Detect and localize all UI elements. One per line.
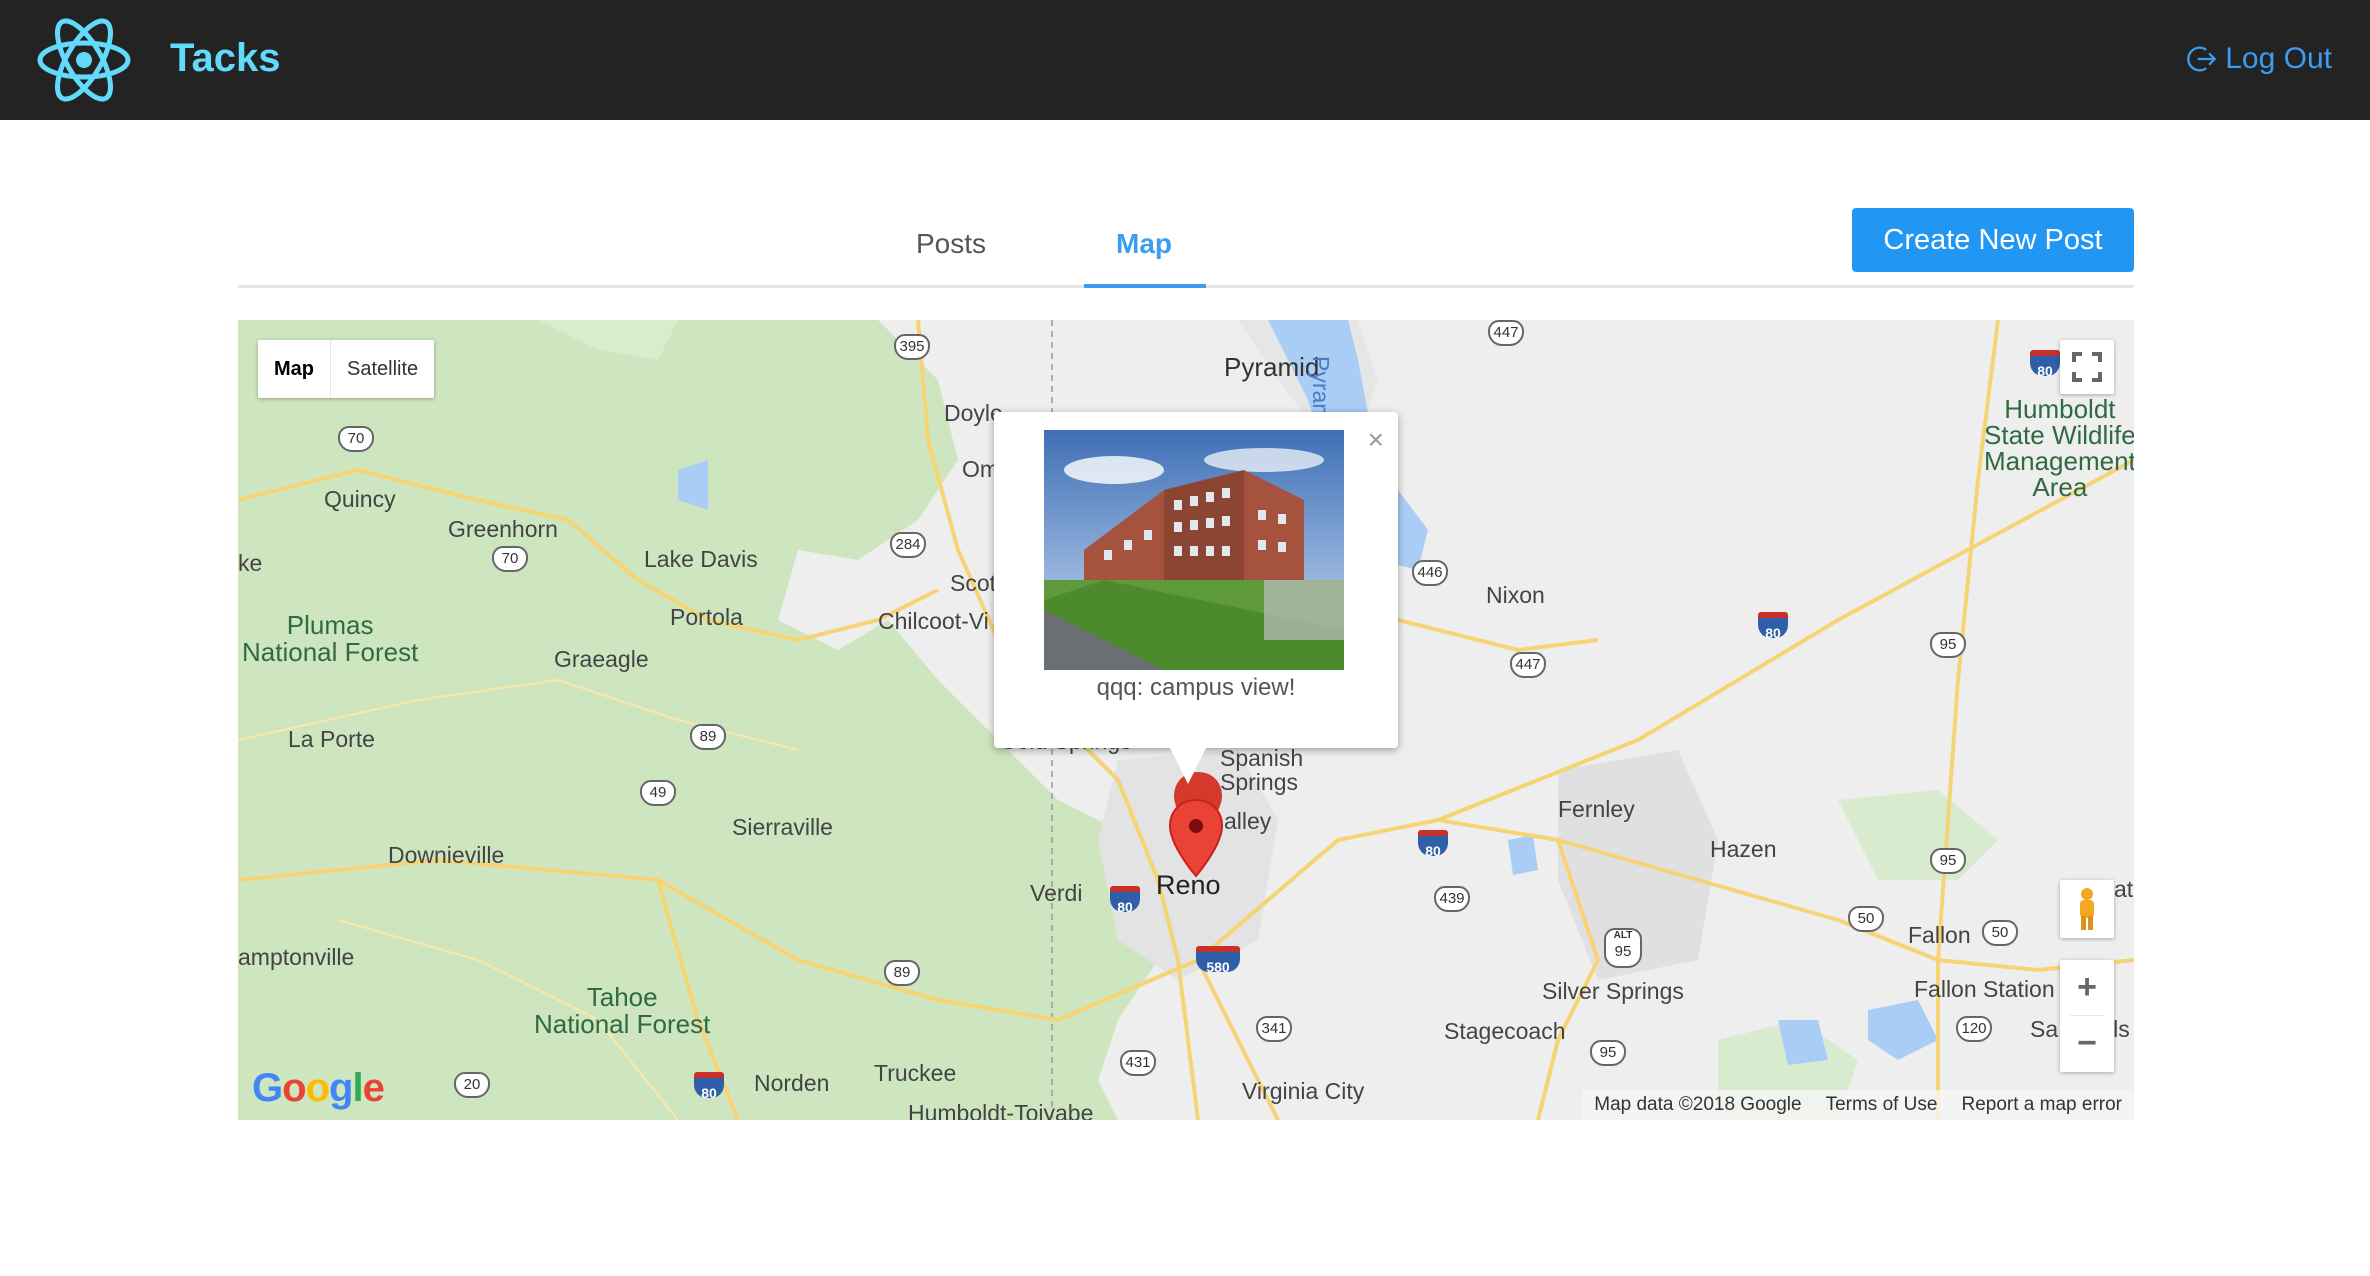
label-la-porte: La Porte [288,726,375,752]
label-hazen: Hazen [1710,836,1777,862]
label-norden: Norden [754,1070,830,1096]
highway-shield-431: 431 [1120,1050,1156,1076]
map-type-control: Map Satellite [258,340,435,398]
logout-icon [2187,46,2217,72]
alt-route-number: 95 [1614,943,1632,960]
label-fernley: Fernley [1558,796,1635,822]
label-at: at [2114,876,2134,902]
label-truckee: Truckee [874,1060,957,1086]
label-pyramid: Pyramid [1224,352,1320,382]
highway-shield-95-alt: ALT 95 [1604,928,1642,968]
top-navbar: Tacks Log Out [0,0,2370,120]
map-data-credit: Map data ©2018 Google [1594,1094,1802,1115]
label-scot: Scot [950,570,997,596]
label-verdi: Verdi [1030,880,1083,906]
info-window-close-button[interactable]: × [1368,424,1384,456]
zoom-out-button[interactable]: − [2060,1016,2114,1071]
logout-label: Log Out [2225,42,2332,75]
info-window-pointer [1170,748,1206,784]
interstate-shield-80: 80 [2030,350,2060,379]
zoom-in-button[interactable]: + [2060,960,2114,1015]
street-view-pegman-button[interactable] [2060,880,2114,938]
highway-shield-70: 70 [338,426,374,452]
highway-shield-50: 50 [1982,920,2018,946]
label-fallon: Fallon [1908,922,1971,948]
google-logo: Google [252,1066,385,1110]
label-fallon-station: Fallon Station [1914,976,2055,1002]
label-portola: Portola [670,604,743,630]
interstate-shield-80: 80 [694,1072,724,1101]
fullscreen-icon [2072,352,2102,382]
highway-shield-439: 439 [1434,886,1470,912]
fullscreen-button[interactable] [2060,340,2114,394]
tab-posts[interactable]: Posts [916,228,986,260]
interstate-shield-80: 80 [1758,612,1788,641]
highway-shield-395: 395 [894,334,930,360]
label-plumas-national-forest: Plumas National Forest [242,610,419,668]
active-tab-indicator [1084,284,1206,288]
label-ke: ke [238,550,263,576]
highway-shield-447: 447 [1510,652,1546,678]
tab-map[interactable]: Map [1116,228,1172,260]
highway-shield-120: 120 [1956,1016,1992,1042]
highway-shield-446: 446 [1412,560,1448,586]
label-silver-springs: Silver Springs [1542,978,1684,1004]
highway-shield-89: 89 [884,960,920,986]
label-sierraville: Sierraville [732,814,833,840]
label-graeagle: Graeagle [554,646,649,672]
label-chilcoot: Chilcoot-Vi [878,608,989,634]
app-title[interactable]: Tacks [170,36,280,81]
highway-shield-95: 95 [1590,1040,1626,1066]
highway-shield-447: 447 [1488,320,1524,346]
report-map-error-link[interactable]: Report a map error [1961,1094,2122,1116]
highway-shield-20: 20 [454,1072,490,1098]
label-quincy: Quincy [324,486,396,512]
map-info-window: × qqq: campus view! [994,412,1398,784]
label-nixon: Nixon [1486,582,1545,608]
alt-label: ALT [1613,930,1633,941]
campus-photo[interactable] [1044,430,1344,670]
label-humboldt-wildlife-area: Humboldt State Wildlife Management Area [1984,394,2134,502]
label-amptonville: amptonville [238,944,355,970]
highway-shield-341: 341 [1256,1016,1292,1042]
logout-button[interactable]: Log Out [2185,42,2332,76]
interstate-shield-580: 580 [1196,946,1240,975]
label-stagecoach: Stagecoach [1444,1018,1566,1044]
highway-shield-284: 284 [890,532,926,558]
map-attribution: Map data ©2018 Google Terms of Use Repor… [1582,1090,2134,1120]
label-tahoe-national-forest: Tahoe National Forest [534,982,711,1040]
tab-bar: Posts Map Create New Post [238,190,2134,288]
highway-shield-50: 50 [1848,906,1884,932]
map-pin-marker-icon[interactable] [1168,798,1224,878]
label-lake-davis: Lake Davis [644,546,758,572]
label-spanish-springs: Spanish Springs [1220,745,1304,796]
zoom-control: + − [2060,960,2114,1072]
info-window-caption: qqq: campus view! [1096,674,1296,701]
highway-shield-95: 95 [1930,848,1966,874]
label-sa: Sa [2030,1016,2059,1042]
pegman-icon [2080,888,2094,930]
interstate-shield-80: 80 [1110,886,1140,915]
label-humboldt-toiyabe: Humboldt-Toiyabe [908,1100,1094,1121]
highway-shield-89: 89 [690,724,726,750]
label-greenhorn: Greenhorn [448,516,558,542]
interstate-shield-80: 80 [1418,830,1448,859]
create-new-post-button[interactable]: Create New Post [1852,208,2134,272]
map-view[interactable]: sville Pyramid Pyram Doyle Om Quincy Gre… [238,320,2134,1120]
label-downieville: Downieville [388,842,505,868]
label-virginia-city: Virginia City [1242,1078,1365,1104]
react-atom-logo-icon[interactable] [36,8,132,112]
map-type-satellite-button[interactable]: Satellite [331,340,434,398]
highway-shield-49: 49 [640,780,676,806]
highway-shield-95: 95 [1930,632,1966,658]
highway-shield-70: 70 [492,546,528,572]
map-type-map-button[interactable]: Map [258,340,330,398]
terms-of-use-link[interactable]: Terms of Use [1826,1094,1938,1116]
label-sun-valley: alley [1224,808,1272,834]
